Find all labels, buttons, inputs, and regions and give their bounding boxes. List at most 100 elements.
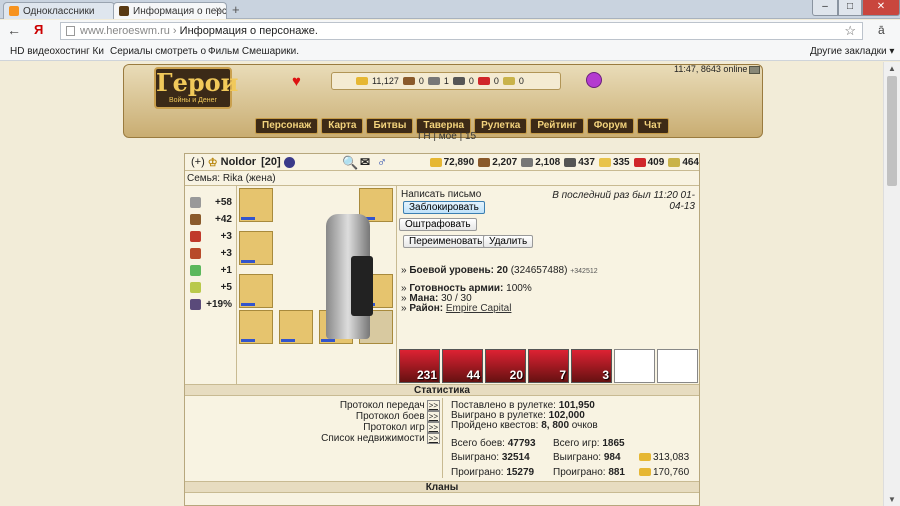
army-slots: 231 44 20 7 3	[399, 349, 700, 383]
district-row: » Район: Empire Capital	[401, 303, 512, 314]
odnoklassniki-favicon-icon	[9, 6, 19, 16]
expand-link[interactable]: (+)	[191, 156, 205, 168]
page-content: Герои Войны и Денег ♥ 11,127 0 1 0 0 0 П…	[0, 62, 883, 506]
gold-won: 313,083	[639, 452, 689, 463]
back-arrow-icon[interactable]: ←	[7, 22, 21, 38]
menu-chat[interactable]: Чат	[637, 118, 669, 134]
scroll-thumb[interactable]	[887, 76, 897, 186]
equip-slot-weapon[interactable]	[239, 231, 273, 265]
health-heart-icon: ♥	[292, 73, 301, 90]
sub-links[interactable]: ГН | мое | 15	[418, 131, 476, 142]
yandex-icon[interactable]: Я	[34, 22, 43, 37]
protocol-link[interactable]: >>	[426, 433, 440, 444]
durability-bar	[241, 339, 255, 342]
menu-character[interactable]: Персонаж	[255, 118, 319, 134]
menu-battles[interactable]: Битвы	[366, 118, 414, 134]
equip-slot-helmet[interactable]	[239, 188, 273, 222]
property-list: Список недвижимости >>	[321, 433, 440, 444]
menu-forum[interactable]: Форум	[586, 118, 635, 134]
equip-slot-armor[interactable]	[239, 274, 273, 308]
mercury-icon	[452, 77, 465, 85]
battles-won: Выиграно: 32514	[451, 452, 530, 463]
character-shield	[351, 256, 373, 316]
crystal-icon	[633, 157, 646, 167]
family-info: Семья: Rika (жена)	[187, 173, 276, 184]
minimize-icon[interactable]: –	[812, 0, 838, 16]
header-wood: 0	[418, 76, 424, 86]
ore-icon	[521, 157, 534, 167]
sulfur-icon	[598, 157, 611, 167]
player-resources: 72,890 2,207 2,108 437 335 409 464	[426, 154, 699, 171]
delete-button[interactable]: Удалить	[483, 235, 534, 248]
game-logo[interactable]: Герои Войны и Денег	[154, 67, 239, 109]
menu-map[interactable]: Карта	[321, 118, 364, 134]
army-unit[interactable]: 20	[485, 349, 526, 383]
ore-icon	[427, 77, 440, 85]
new-tab-button[interactable]: +	[232, 2, 240, 17]
player-ore: 2,108	[521, 157, 560, 168]
protocol-transfers: Протокол передач >>	[339, 400, 440, 411]
time-online-text: 11:47, 8643 online	[674, 64, 748, 74]
character-panel: (+) ♔ Noldor [20] 🔍 ✉ ♂ 72,890 2,207 2,1…	[184, 153, 700, 506]
close-window-icon[interactable]: ✕	[862, 0, 900, 16]
male-icon: ♂	[377, 154, 387, 169]
bookmark-item[interactable]: Сериалы смотреть о	[110, 46, 206, 57]
bookmark-item[interactable]: HD видеохостинг Ки	[10, 46, 104, 57]
army-unit[interactable]: 44	[442, 349, 483, 383]
search-icon[interactable]: 🔍	[342, 155, 358, 171]
equipment-area	[237, 185, 397, 384]
rename-button[interactable]: Переименовать	[403, 235, 489, 248]
bookmark-star-icon[interactable]: ☆	[844, 23, 856, 39]
crystal-icon	[477, 77, 490, 85]
protocol-link[interactable]: >>	[426, 400, 440, 411]
menu-rating[interactable]: Рейтинг	[530, 118, 584, 134]
other-bookmarks[interactable]: Другие закладки ▾	[810, 46, 894, 57]
logo-title: Герои	[156, 68, 239, 97]
army-value: 100%	[506, 283, 532, 294]
settings-box-icon[interactable]	[749, 65, 761, 74]
protocol-games: Протокол игр >>	[363, 422, 440, 433]
protocol-link[interactable]: >>	[426, 422, 440, 433]
wood-icon	[478, 157, 491, 167]
mercury-icon	[564, 157, 577, 167]
scroll-up-icon[interactable]: ▲	[888, 64, 896, 73]
tab-odnoklassniki[interactable]: Одноклассники	[3, 2, 115, 19]
scroll-down-icon[interactable]: ▼	[888, 495, 896, 504]
protocol-link[interactable]: >>	[426, 411, 440, 422]
player-name[interactable]: Noldor	[221, 156, 256, 168]
total-battles: Всего боев: 47793	[451, 438, 536, 449]
district-link[interactable]: Empire Capital	[446, 303, 512, 314]
menu-roulette[interactable]: Рулетка	[474, 118, 528, 134]
write-letter-link[interactable]: Написать письмо	[401, 189, 481, 200]
window-controls: – □ ✕	[812, 0, 900, 17]
close-tab-icon[interactable]: ×	[215, 5, 221, 16]
bookmark-item[interactable]: Фильм Смешарики.	[208, 46, 299, 57]
page-icon	[66, 26, 75, 36]
url-field[interactable]: www.heroeswm.ru › Информация о персонаже…	[60, 22, 863, 40]
protocol-battles: Протокол боев >>	[355, 411, 440, 422]
maximize-icon[interactable]: □	[838, 0, 862, 16]
combat-exp: (324657488)	[510, 265, 568, 276]
header-mercury: 0	[468, 76, 474, 86]
fine-button[interactable]: Оштрафовать	[399, 218, 477, 231]
block-button[interactable]: Заблокировать	[403, 201, 485, 214]
gem-icon	[668, 157, 681, 167]
equip-slot-ring[interactable]	[239, 310, 273, 344]
character-header-row: (+) ♔ Noldor [20] 🔍 ✉ ♂ 72,890 2,207 2,1…	[185, 154, 699, 171]
horseshoe-icon	[190, 282, 201, 293]
stat-defense: +42	[188, 213, 236, 227]
army-unit[interactable]: 3	[571, 349, 612, 383]
message-icon[interactable]: ✉	[360, 155, 370, 169]
durability-bar	[321, 339, 335, 342]
page-scrollbar[interactable]: ▲ ▼	[883, 62, 900, 506]
army-unit[interactable]: 7	[528, 349, 569, 383]
browser-menu-icon[interactable]: ā	[878, 23, 885, 37]
equip-slot-boots[interactable]	[279, 310, 313, 344]
statistics-header: Статистика	[185, 384, 699, 396]
stat-initiative: +19%	[188, 298, 236, 312]
url-page-title: Информация о персонаже.	[179, 25, 318, 37]
tab-character-info[interactable]: Информация о персс ×	[113, 2, 227, 19]
player-wood: 2,207	[478, 157, 517, 168]
army-unit[interactable]: 231	[399, 349, 440, 383]
player-level: [20]	[261, 156, 281, 168]
